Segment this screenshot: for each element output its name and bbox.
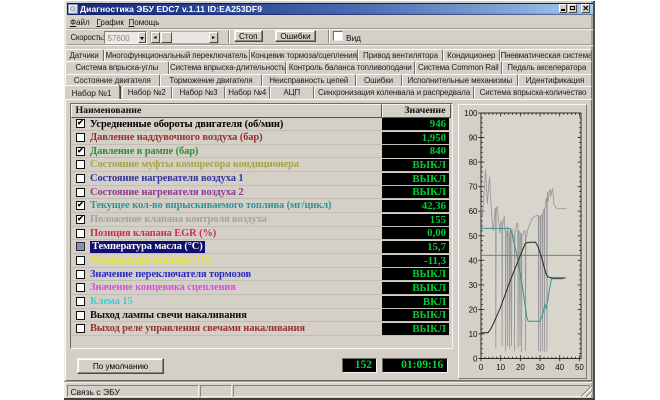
svg-text:80: 80 bbox=[468, 158, 477, 167]
svg-text:30: 30 bbox=[468, 280, 477, 289]
svg-text:50: 50 bbox=[574, 363, 583, 372]
svg-text:50: 50 bbox=[468, 231, 477, 240]
svg-text:70: 70 bbox=[468, 182, 477, 191]
svg-text:90: 90 bbox=[468, 133, 477, 142]
svg-text:60: 60 bbox=[468, 207, 477, 216]
svg-text:0: 0 bbox=[478, 363, 483, 372]
svg-text:20: 20 bbox=[515, 363, 524, 372]
svg-text:10: 10 bbox=[496, 363, 505, 372]
svg-text:10: 10 bbox=[468, 329, 477, 338]
svg-text:30: 30 bbox=[535, 363, 544, 372]
svg-text:100: 100 bbox=[464, 109, 478, 118]
svg-text:40: 40 bbox=[468, 256, 477, 265]
svg-text:0: 0 bbox=[473, 354, 478, 363]
svg-text:20: 20 bbox=[468, 305, 477, 314]
svg-text:40: 40 bbox=[555, 363, 564, 372]
